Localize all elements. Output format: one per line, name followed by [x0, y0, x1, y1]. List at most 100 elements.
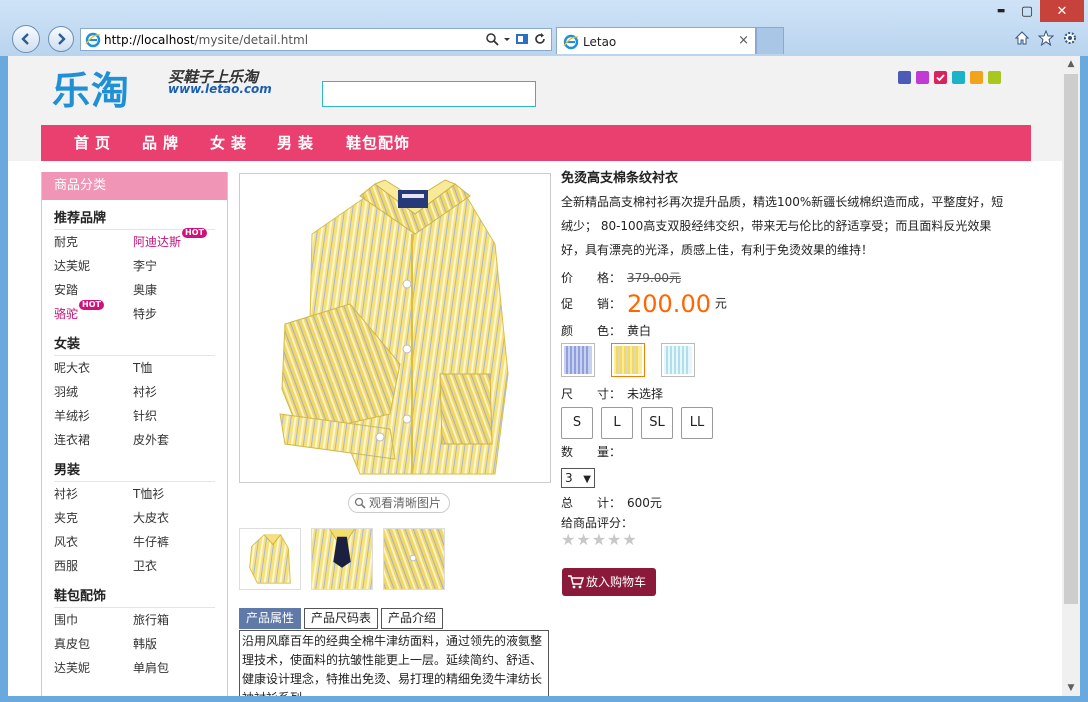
new-tab-button[interactable] [756, 27, 784, 54]
star-icon[interactable]: ★ [576, 532, 590, 548]
price-row: 价 格： 379.00元 [561, 269, 681, 286]
category-link[interactable]: 旅行箱 [133, 608, 212, 632]
category-link[interactable]: 连衣裙 [54, 428, 133, 452]
product-main-image[interactable] [239, 173, 551, 483]
nav-item-accessories[interactable]: 鞋包配饰 [346, 125, 410, 161]
minimize-button[interactable]: ▬ [988, 0, 1014, 22]
maximize-button[interactable]: ▢ [1014, 0, 1040, 22]
nav-item-home[interactable]: 首页 [74, 125, 116, 161]
category-link[interactable]: 衬衫 [54, 482, 133, 506]
size-option-ll[interactable]: LL [681, 407, 713, 439]
thumbnail-3[interactable] [383, 528, 445, 590]
tab-size-chart[interactable]: 产品尺码表 [304, 608, 379, 629]
category-link[interactable]: T恤衫 [133, 482, 212, 506]
star-icon[interactable]: ★ [607, 532, 621, 548]
category-link[interactable]: 羽绒 [54, 380, 133, 404]
nav-item-women[interactable]: 女装 [210, 125, 252, 161]
category-link[interactable]: 风衣 [54, 530, 133, 554]
category-link[interactable]: 阿迪达斯 HOT [133, 228, 212, 254]
category-link[interactable]: 达芙妮 [54, 656, 133, 680]
forward-button[interactable] [48, 26, 74, 52]
category-link[interactable]: T恤 [133, 356, 212, 380]
theme-swatch-6[interactable] [988, 71, 1001, 84]
category-link[interactable]: 皮外套 [133, 428, 212, 452]
address-bar[interactable]: http://localhost/mysite/detail.html [80, 28, 552, 51]
thumbnail-2[interactable] [311, 528, 373, 590]
zoom-image-link[interactable]: 观看清晰图片 [348, 493, 451, 513]
category-link[interactable]: 呢大衣 [54, 356, 133, 380]
close-window-button[interactable]: ✕ [1040, 0, 1084, 22]
category-link[interactable]: 针织 [133, 404, 212, 428]
star-icon[interactable]: ★ [622, 532, 636, 548]
home-icon[interactable] [1014, 30, 1030, 46]
product-description: 全新精品高支棉衬衫再次提升品质，精选100%新疆长绒棉织造而成，平整度好，短绒少… [561, 195, 1004, 257]
color-swatch-cyan[interactable] [661, 343, 695, 377]
category-link[interactable]: 特步 [133, 302, 212, 326]
theme-swatch-1[interactable] [898, 71, 911, 84]
category-sidebar: 商品分类 推荐品牌 耐克 阿迪达斯 HOT 达芙妮 李宁 安踏 奥康 骆驼 HOT 特步 女装 呢大衣 T… [41, 172, 228, 696]
category-link[interactable]: 安踏 [54, 278, 133, 302]
category-title: 推荐品牌 [54, 208, 215, 230]
rating-label: 给商品评分： [561, 516, 634, 530]
star-icon[interactable]: ★ [592, 532, 606, 548]
add-to-cart-button[interactable]: 放入购物车 [562, 568, 656, 596]
original-price: 379.00元 [627, 271, 681, 285]
thumbnail-1[interactable] [239, 528, 301, 590]
browser-tab[interactable]: Letao × [556, 27, 756, 54]
category-link[interactable]: 衬衫 [133, 380, 212, 404]
rating-stars: ★ ★ ★ ★ ★ [561, 532, 637, 548]
back-button[interactable] [12, 25, 40, 53]
vertical-scrollbar[interactable]: ▲ ▼ [1062, 56, 1080, 696]
category-link[interactable]: 牛仔裤 [133, 530, 212, 554]
tab-content: 沿用风靡百年的经典全棉牛津纺面料，通过领先的液氨整理技术，使面料的抗皱性能更上一… [239, 630, 549, 696]
category-group: 男装 衬衫 T恤衫 夹克 大皮衣 风衣 牛仔裤 西服 卫衣 [42, 460, 227, 578]
tab-attributes[interactable]: 产品属性 [239, 608, 302, 629]
refresh-icon[interactable] [533, 32, 547, 46]
category-link[interactable]: 卫衣 [133, 554, 212, 578]
category-link[interactable]: 围巾 [54, 608, 133, 632]
tab-introduction[interactable]: 产品介绍 [381, 608, 444, 629]
quantity-select[interactable]: 3 ▼ [561, 468, 595, 488]
category-link[interactable]: 达芙妮 [54, 254, 133, 278]
theme-swatch-2[interactable] [916, 71, 929, 84]
scroll-up-arrow-icon[interactable]: ▲ [1062, 56, 1080, 72]
nav-item-brands[interactable]: 品牌 [142, 125, 184, 161]
site-logo[interactable]: 乐淘 [52, 60, 130, 115]
size-option-sl[interactable]: SL [641, 407, 673, 439]
scroll-down-arrow-icon[interactable]: ▼ [1062, 680, 1080, 696]
category-link[interactable]: 夹克 [54, 506, 133, 530]
category-link[interactable]: 奥康 [133, 278, 212, 302]
category-group: 女装 呢大衣 T恤 羽绒 衬衫 羊绒衫 针织 连衣裙 皮外套 [42, 334, 227, 452]
category-link[interactable]: 单肩包 [133, 656, 212, 680]
tab-close-icon[interactable]: × [738, 33, 749, 48]
theme-swatch-5[interactable] [970, 71, 983, 84]
category-link[interactable]: 大皮衣 [133, 506, 212, 530]
category-link[interactable]: 李宁 [133, 254, 212, 278]
scrollbar-thumb[interactable] [1064, 74, 1078, 604]
url-text: http://localhost/mysite/detail.html [104, 33, 309, 47]
logo-url: www.letao.com [168, 82, 272, 96]
search-box[interactable] [322, 81, 536, 107]
category-link[interactable]: 韩版 [133, 632, 212, 656]
color-swatch-blue[interactable] [561, 343, 595, 377]
search-icon[interactable] [485, 32, 499, 46]
favorites-star-icon[interactable] [1037, 29, 1055, 47]
tab-title: Letao [583, 35, 617, 49]
color-swatch-yellow[interactable] [611, 343, 645, 377]
search-input[interactable] [323, 82, 535, 106]
theme-swatch-4[interactable] [952, 71, 965, 84]
size-option-l[interactable]: L [601, 407, 633, 439]
category-link[interactable]: 真皮包 [54, 632, 133, 656]
settings-gear-icon[interactable] [1062, 30, 1078, 46]
star-icon[interactable]: ★ [561, 532, 575, 548]
nav-item-men[interactable]: 男装 [277, 125, 319, 161]
size-option-s[interactable]: S [561, 407, 593, 439]
category-link[interactable]: 耐克 [54, 230, 133, 254]
compat-view-icon[interactable] [515, 32, 529, 46]
theme-swatch-3[interactable] [934, 71, 947, 84]
category-link[interactable]: 羊绒衫 [54, 404, 133, 428]
category-link[interactable]: 西服 [54, 554, 133, 578]
category-link[interactable]: 骆驼 HOT [54, 300, 133, 326]
product-title: 免烫高支棉条纹衬衣 [561, 171, 679, 186]
dropdown-icon[interactable] [503, 32, 511, 46]
